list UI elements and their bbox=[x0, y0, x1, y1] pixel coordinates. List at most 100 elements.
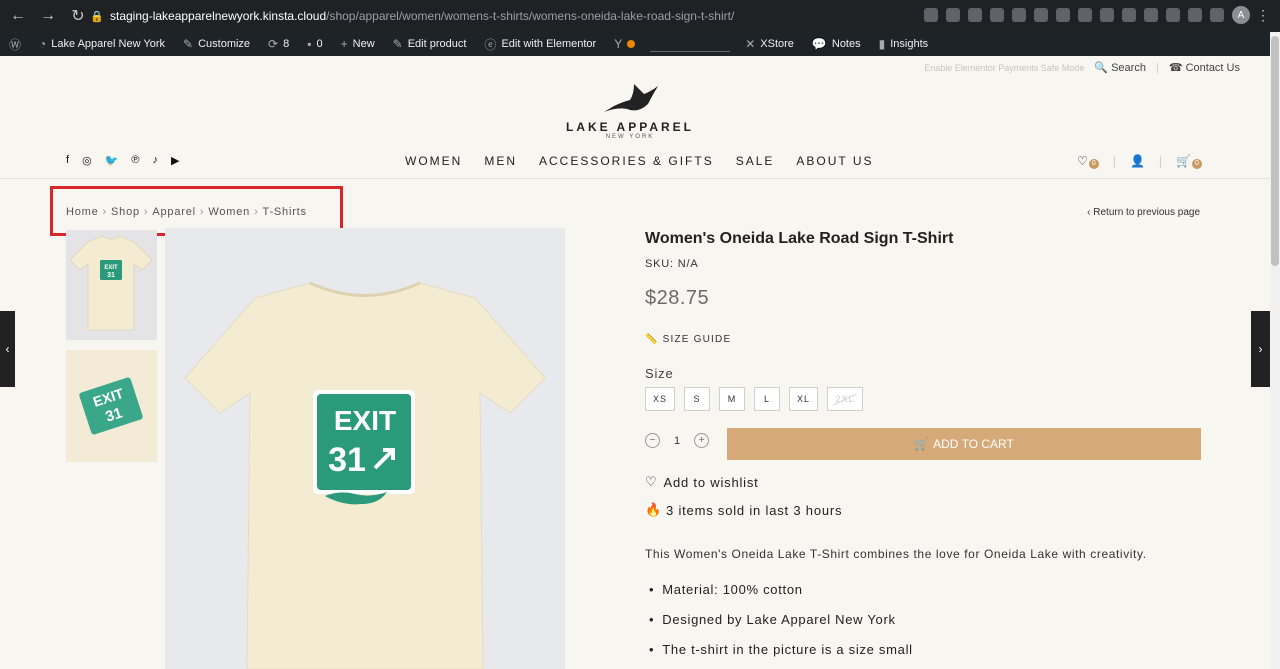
extension-icon[interactable] bbox=[1122, 8, 1136, 22]
forward-icon[interactable]: → bbox=[36, 4, 60, 28]
size-s[interactable]: S bbox=[684, 387, 711, 411]
nav-sale[interactable]: SALE bbox=[736, 154, 775, 168]
menu-kebab-icon[interactable]: ⋮ bbox=[1256, 7, 1270, 24]
admin-xstore[interactable]: ✕ XStore bbox=[736, 32, 803, 56]
comment-icon: ▪ bbox=[307, 37, 312, 51]
admin-insights[interactable]: ▮ Insights bbox=[870, 32, 938, 56]
star-icon[interactable] bbox=[946, 8, 960, 22]
contact-label: Contact Us bbox=[1185, 62, 1240, 74]
feature-list: Material: 100% cotton Designed by Lake A… bbox=[645, 582, 913, 669]
admin-comments[interactable]: ▪ 0 bbox=[298, 32, 331, 56]
size-guide-link[interactable]: 📏 SIZE GUIDE bbox=[645, 334, 731, 345]
site-name-label: Lake Apparel New York bbox=[51, 38, 166, 50]
size-xl[interactable]: XL bbox=[789, 387, 819, 411]
cart-header-button[interactable]: 🛒 0 bbox=[1176, 154, 1202, 169]
plus-icon[interactable]: + bbox=[694, 433, 710, 448]
share-icon[interactable] bbox=[924, 8, 938, 22]
prev-product-arrow[interactable]: ‹ bbox=[0, 311, 15, 387]
extension-icon[interactable] bbox=[1034, 8, 1048, 22]
add-to-wishlist-button[interactable]: ♡ Add to wishlist bbox=[645, 474, 759, 490]
add-to-cart-button[interactable]: 🛒 ADD TO CART bbox=[727, 428, 1201, 460]
contact-link[interactable]: ☎ Contact Us bbox=[1169, 61, 1240, 74]
sidepanel-icon[interactable] bbox=[1210, 8, 1224, 22]
site-logo[interactable]: LAKE APPAREL NEW YORK bbox=[560, 82, 700, 140]
admin-edit-product[interactable]: ✎ Edit product bbox=[384, 32, 476, 56]
nav-about-us[interactable]: ABOUT US bbox=[796, 154, 873, 168]
admin-site-name[interactable]: ◔ Lake Apparel New York bbox=[30, 32, 174, 56]
wp-logo[interactable]: Ⓦ bbox=[0, 32, 30, 56]
facebook-icon[interactable]: f bbox=[66, 154, 69, 167]
extension-icon[interactable] bbox=[968, 8, 982, 22]
header-icons: ♡ 0 | 👤 | 🛒 0 bbox=[1077, 154, 1202, 169]
back-icon[interactable]: ← bbox=[6, 4, 30, 28]
main-product-image[interactable]: EXIT 31 bbox=[165, 228, 565, 669]
scrollbar-thumb[interactable] bbox=[1271, 36, 1279, 266]
admin-new[interactable]: + New bbox=[332, 32, 384, 56]
logo-name: LAKE APPAREL bbox=[565, 120, 694, 134]
extension-icon[interactable] bbox=[1012, 8, 1026, 22]
edit-product-label: Edit product bbox=[407, 38, 467, 50]
nav-women[interactable]: WOMEN bbox=[405, 154, 462, 168]
size-label: Size bbox=[645, 366, 674, 381]
admin-elementor[interactable]: ⓔ Edit with Elementor bbox=[475, 32, 605, 56]
tshirt-thumbnail-image: EXIT 31 bbox=[69, 235, 153, 331]
wishlist-header-button[interactable]: ♡ 0 bbox=[1077, 154, 1099, 169]
admin-yoast[interactable]: Y bbox=[605, 32, 644, 56]
gallery-thumbnail[interactable]: EXIT 31 bbox=[66, 350, 157, 462]
heart-icon: ♡ bbox=[645, 474, 658, 489]
extension-icon[interactable] bbox=[1166, 8, 1180, 22]
size-guide-label: SIZE GUIDE bbox=[662, 334, 732, 345]
lock-icon: 🔒 bbox=[90, 10, 104, 23]
elementor-icon: ⓔ bbox=[484, 37, 497, 52]
extension-icon[interactable] bbox=[1078, 8, 1092, 22]
admin-notes[interactable]: 💬 Notes bbox=[803, 32, 870, 56]
puzzle-icon[interactable] bbox=[1188, 8, 1202, 22]
divider: | bbox=[1112, 154, 1116, 169]
chart-icon: ▮ bbox=[878, 37, 886, 51]
extension-icon[interactable] bbox=[1100, 8, 1114, 22]
customize-label: Customize bbox=[198, 38, 251, 50]
account-button[interactable]: 👤 bbox=[1130, 154, 1145, 168]
size-xs[interactable]: XS bbox=[645, 387, 676, 411]
quantity-value[interactable]: 1 bbox=[674, 435, 680, 447]
product-price: $28.75 bbox=[645, 287, 710, 309]
tiktok-icon[interactable]: ♪ bbox=[152, 154, 158, 167]
nav-men[interactable]: MEN bbox=[484, 154, 517, 168]
page-scrollbar[interactable] bbox=[1270, 32, 1280, 669]
admin-updates[interactable]: ⟳ 8 bbox=[259, 32, 298, 56]
gallery-thumbnail[interactable]: EXIT 31 bbox=[66, 230, 157, 340]
url-host: staging-lakeapparelnewyork.kinsta.cloud bbox=[110, 9, 327, 23]
stats-sparkline[interactable] bbox=[650, 36, 731, 52]
pencil-icon: ✎ bbox=[392, 37, 403, 51]
size-2xl[interactable]: 2XL bbox=[827, 387, 864, 411]
notes-label: Notes bbox=[831, 38, 861, 50]
extension-icon[interactable] bbox=[1144, 8, 1158, 22]
sign-text-number: 31 bbox=[328, 441, 366, 479]
extension-icons: A bbox=[924, 6, 1250, 24]
next-product-arrow[interactable]: › bbox=[1251, 311, 1270, 387]
instagram-icon[interactable]: ◎ bbox=[82, 154, 92, 167]
profile-avatar[interactable]: A bbox=[1232, 6, 1250, 24]
new-label: New bbox=[352, 38, 375, 50]
brush-icon: ✎ bbox=[183, 37, 194, 51]
extension-icon[interactable] bbox=[990, 8, 1004, 22]
search-link[interactable]: 🔍 Search bbox=[1094, 61, 1146, 74]
minus-icon[interactable]: − bbox=[645, 433, 660, 448]
return-link[interactable]: ‹ Return to previous page bbox=[1087, 207, 1200, 218]
admin-customize[interactable]: ✎ Customize bbox=[174, 32, 259, 56]
sold-label: 3 items sold in last 3 hours bbox=[666, 502, 843, 518]
size-m[interactable]: M bbox=[719, 387, 746, 411]
extension-icon[interactable] bbox=[1056, 8, 1070, 22]
notes-icon: 💬 bbox=[811, 37, 827, 51]
browser-toolbar: ← → ↻ 🔒 staging-lakeapparelnewyork.kinst… bbox=[0, 0, 1280, 32]
add-to-cart-label: ADD TO CART bbox=[933, 437, 1014, 451]
youtube-icon[interactable]: ▶ bbox=[171, 154, 179, 167]
nav-accessories-gifts[interactable]: ACCESSORIES & GIFTS bbox=[539, 154, 714, 168]
heron-icon bbox=[604, 84, 658, 112]
wishlist-count-badge: 0 bbox=[1088, 158, 1099, 169]
twitter-icon[interactable]: 🐦 bbox=[105, 154, 119, 167]
social-icons: f ◎ 🐦 ℗ ♪ ▶ bbox=[66, 154, 179, 167]
size-l[interactable]: L bbox=[754, 387, 781, 411]
product-sku: SKU: N/A bbox=[645, 258, 699, 270]
pinterest-icon[interactable]: ℗ bbox=[131, 154, 139, 167]
